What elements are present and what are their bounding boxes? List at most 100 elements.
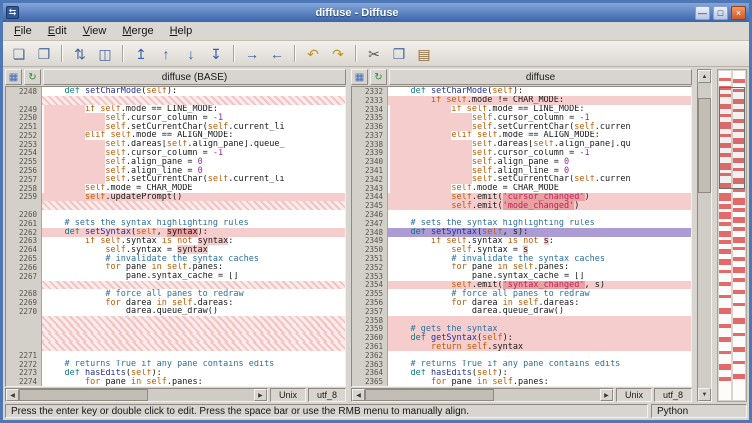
code-line[interactable]: 2271 (6, 351, 345, 360)
code-line[interactable]: 2349 if self.syntax is not s: (352, 237, 691, 246)
menu-merge[interactable]: Merge (114, 23, 161, 39)
code-line[interactable]: 2260 (6, 210, 345, 219)
code-line[interactable]: 2255 self.align_pane = 0 (6, 157, 345, 166)
previous-difference-button[interactable]: ↑ (154, 43, 178, 65)
code-line[interactable]: 2265 # invalidate the syntax caches (6, 254, 345, 263)
code-line[interactable]: 2351 # invalidate the syntax caches (352, 254, 691, 263)
code-line[interactable]: 2273 def hasEdits(self): (6, 369, 345, 378)
code-line[interactable]: 2352 for pane in self.panes: (352, 263, 691, 272)
new-2way-file-merge-button[interactable]: ❏ (7, 43, 31, 65)
menu-view[interactable]: View (75, 23, 115, 39)
copy-button[interactable]: ❒ (387, 43, 411, 65)
code-line[interactable]: 2334 if self.mode == LINE_MODE: (352, 105, 691, 114)
code-line[interactable]: 2261 # sets the syntax highlighting rule… (6, 219, 345, 228)
scroll-down-icon[interactable]: ▼ (698, 388, 711, 401)
h-scrollbar-left[interactable]: ◀ ▶ (5, 388, 268, 402)
menu-edit[interactable]: Edit (40, 23, 75, 39)
maximize-button[interactable]: □ (713, 6, 728, 20)
redo-button[interactable]: ↷ (326, 43, 350, 65)
v-scrollbar-slider[interactable] (698, 98, 711, 193)
code-line[interactable]: 2356 for darea in self.dareas: (352, 298, 691, 307)
scroll-up-icon[interactable]: ▲ (698, 70, 711, 83)
code-line[interactable] (6, 316, 345, 325)
code-line[interactable]: 2267 pane.syntax_cache = [] (6, 272, 345, 281)
code-line[interactable]: 2258 self.mode = CHAR_MODE (6, 184, 345, 193)
h-scrollbar-right[interactable]: ◀ ▶ (351, 388, 614, 402)
code-line[interactable]: 2344 self.emit('cursor_changed') (352, 193, 691, 202)
code-line[interactable]: 2350 self.syntax = s (352, 245, 691, 254)
h-scrollbar-trough[interactable] (19, 389, 254, 401)
h-scrollbar-slider[interactable] (19, 389, 148, 401)
code-line[interactable] (6, 281, 345, 290)
pane-save-button[interactable]: ▦ (351, 69, 368, 85)
isolate-button[interactable]: ◫ (93, 43, 117, 65)
first-difference-button[interactable]: ↥ (129, 43, 153, 65)
code-line[interactable] (6, 325, 345, 334)
h-scrollbar-trough[interactable] (365, 389, 600, 401)
code-line[interactable]: 2266 for pane in self.panes: (6, 263, 345, 272)
code-line[interactable]: 2259 self.updatePrompt() (6, 193, 345, 202)
cut-button[interactable]: ✂ (362, 43, 386, 65)
code-line[interactable]: 2337 elif self.mode == ALIGN_MODE: (352, 131, 691, 140)
code-line[interactable]: 2340 self.align_pane = 0 (352, 157, 691, 166)
code-line[interactable]: 2248 def setCharMode(self): (6, 87, 345, 96)
code-line[interactable]: 2268 # force all panes to redraw (6, 289, 345, 298)
copy-selection-left-button[interactable]: ← (265, 43, 289, 65)
pane-save-button[interactable]: ▦ (5, 69, 22, 85)
last-difference-button[interactable]: ↧ (204, 43, 228, 65)
scroll-right-icon[interactable]: ▶ (254, 389, 267, 401)
scroll-right-icon[interactable]: ▶ (600, 389, 613, 401)
scroll-left-icon[interactable]: ◀ (6, 389, 19, 401)
paste-button[interactable]: ▤ (412, 43, 436, 65)
code-line[interactable]: 2360 def getSyntax(self): (352, 333, 691, 342)
code-line[interactable]: 2256 self.align_line = 0 (6, 166, 345, 175)
realign-all-button[interactable]: ⇅ (68, 43, 92, 65)
code-line[interactable]: 2263 if self.syntax is not syntax: (6, 237, 345, 246)
code-line[interactable]: 2262 def setSyntax(self, syntax): (6, 228, 345, 237)
code-line[interactable]: 2253 self.dareas[self.align_pane].queue_ (6, 140, 345, 149)
code-line[interactable]: 2363 # returns True if any pane contains… (352, 360, 691, 369)
code-line[interactable]: 2359 # gets the syntax (352, 325, 691, 334)
menu-file[interactable]: File (6, 23, 40, 39)
minimize-button[interactable]: — (695, 6, 710, 20)
code-line[interactable]: 2332 def setCharMode(self): (352, 87, 691, 96)
v-scrollbar-trough[interactable] (698, 83, 711, 388)
code-line[interactable] (6, 342, 345, 351)
scroll-left-icon[interactable]: ◀ (352, 389, 365, 401)
overview-map[interactable] (717, 69, 747, 402)
code-line[interactable]: 2365 for pane in self.panes: (352, 377, 691, 386)
undo-button[interactable]: ↶ (301, 43, 325, 65)
pane-reload-button[interactable]: ↻ (370, 69, 387, 85)
code-line[interactable]: 2264 self.syntax = syntax (6, 245, 345, 254)
titlebar[interactable]: ⇆ diffuse - Diffuse — □ × (3, 3, 749, 22)
code-line[interactable]: 2272 # returns True if any pane contains… (6, 360, 345, 369)
code-line[interactable]: 2341 self.align_line = 0 (352, 166, 691, 175)
code-line[interactable]: 2362 (352, 351, 691, 360)
code-line[interactable]: 2354 self.emit('syntax_changed', s) (352, 281, 691, 290)
code-line[interactable]: 2346 (352, 210, 691, 219)
code-line[interactable]: 2361 return self.syntax (352, 342, 691, 351)
menu-help[interactable]: Help (162, 23, 201, 39)
code-line[interactable]: 2339 self.cursor_column = -1 (352, 149, 691, 158)
code-line[interactable]: 2335 self.cursor_column = -1 (352, 113, 691, 122)
code-line[interactable]: 2270 darea.queue_draw() (6, 307, 345, 316)
pane-reload-button[interactable]: ↻ (24, 69, 41, 85)
code-line[interactable]: 2249 if self.mode == LINE_MODE: (6, 105, 345, 114)
code-line[interactable]: 2357 darea.queue_draw() (352, 307, 691, 316)
code-line[interactable]: 2353 pane.syntax_cache = [] (352, 272, 691, 281)
code-line[interactable]: 2251 self.setCurrentChar(self.current_li (6, 122, 345, 131)
code-line[interactable]: 2274 for pane in self.panes: (6, 377, 345, 386)
code-line[interactable] (6, 333, 345, 342)
code-line[interactable]: 2342 self.setCurrentChar(self.curren (352, 175, 691, 184)
code-line[interactable]: 2364 def hasEdits(self): (352, 369, 691, 378)
code-line[interactable]: 2336 self.setCurrentChar(self.curren (352, 122, 691, 131)
code-line[interactable]: 2358 (352, 316, 691, 325)
next-difference-button[interactable]: ↓ (179, 43, 203, 65)
code-line[interactable]: 2257 self.setCurrentChar(self.current_li (6, 175, 345, 184)
code-lines-0[interactable]: 2248 def setCharMode(self): 2249 if self.… (5, 86, 346, 387)
code-lines-1[interactable]: 2332 def setCharMode(self):2333 if self.… (351, 86, 692, 387)
code-line[interactable]: 2348 def setSyntax(self, s): (352, 228, 691, 237)
code-line[interactable]: 2338 self.dareas[self.align_pane].qu (352, 140, 691, 149)
close-button[interactable]: × (731, 6, 746, 20)
code-line[interactable]: 2252 elif self.mode == ALIGN_MODE: (6, 131, 345, 140)
